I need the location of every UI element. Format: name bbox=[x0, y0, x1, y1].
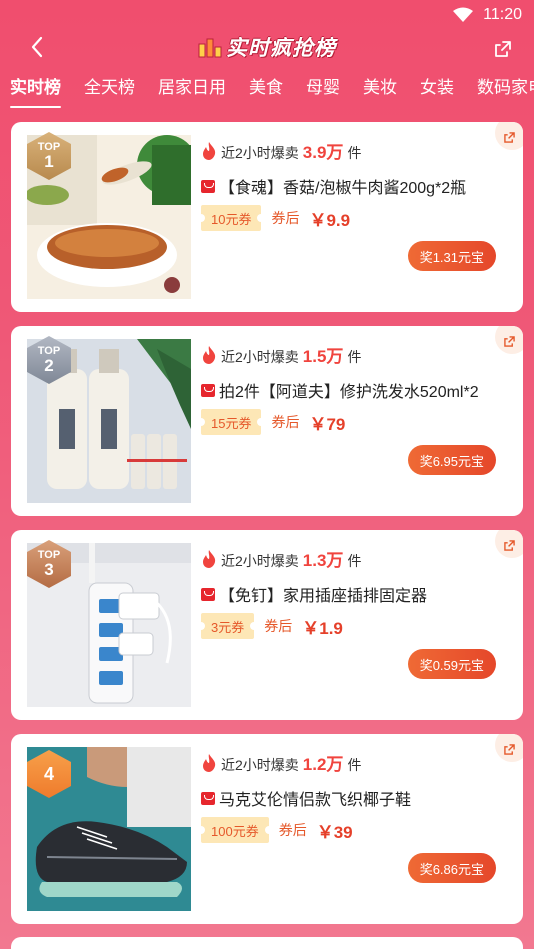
hot-sales-line: 近2小时爆卖 1.3万 件 bbox=[201, 546, 361, 571]
product-title[interactable]: 【免钉】家用插座插排固定器 bbox=[201, 582, 427, 606]
after-coupon-label: 券后 bbox=[264, 618, 293, 634]
tmall-shop-icon bbox=[201, 179, 215, 193]
back-button[interactable] bbox=[22, 32, 52, 62]
product-name: 【食魂】香菇/泡椒牛肉酱200g*2瓶 bbox=[219, 180, 467, 197]
hot-count: 1.5万 bbox=[302, 347, 344, 366]
hot-unit: 件 bbox=[347, 349, 362, 365]
reward-button[interactable]: 奖1.31元宝 bbox=[407, 241, 496, 271]
flame-icon bbox=[203, 345, 216, 364]
hot-sales-line: 近2小时爆卖 3.9万 件 bbox=[201, 138, 361, 163]
wifi-icon bbox=[453, 7, 474, 22]
product-title[interactable]: 【食魂】香菇/泡椒牛肉酱200g*2瓶 bbox=[201, 174, 466, 198]
share-icon bbox=[504, 744, 515, 755]
product-title[interactable]: 马克艾伦情侣款飞织椰子鞋 bbox=[201, 786, 411, 810]
share-icon bbox=[504, 336, 515, 347]
coupon-tag[interactable]: 3元券 bbox=[196, 613, 259, 639]
coupon-line: 15元券 券后 ￥79 bbox=[196, 409, 346, 435]
product-card[interactable]: TOP 1 近2小时爆卖 3.9万 件 【食魂】香菇/泡椒牛肉酱200g*2瓶 … bbox=[11, 122, 523, 312]
tmall-shop-icon bbox=[201, 791, 215, 805]
flame-icon bbox=[203, 141, 216, 160]
rank-number: 4 bbox=[43, 764, 54, 784]
tab-allday[interactable]: 全天榜 bbox=[84, 73, 135, 100]
hot-prefix: 近2小时爆卖 bbox=[221, 145, 299, 161]
after-coupon-label: 券后 bbox=[271, 210, 300, 226]
share-icon bbox=[504, 132, 515, 143]
product-card[interactable]: TOP 3 近2小时爆卖 1.3万 件 【免钉】家用插座插排固定器 3元券 券后… bbox=[11, 530, 523, 720]
back-arrow-icon bbox=[31, 36, 43, 58]
page-title: 实时疯抢榜 bbox=[198, 32, 336, 62]
tab-beauty[interactable]: 美妆 bbox=[363, 73, 397, 100]
hot-prefix: 近2小时爆卖 bbox=[221, 553, 299, 569]
flame-icon bbox=[203, 753, 216, 772]
final-price: ￥39 bbox=[316, 822, 353, 842]
coupon-line: 3元券 券后 ￥1.9 bbox=[196, 613, 343, 639]
coupon-tag[interactable]: 10元券 bbox=[196, 205, 266, 231]
hot-count: 1.3万 bbox=[302, 551, 344, 570]
hot-count: 1.2万 bbox=[302, 755, 344, 774]
tab-digital[interactable]: 数码家电 bbox=[477, 73, 534, 100]
tab-realtime[interactable]: 实时榜 bbox=[10, 73, 61, 108]
hot-unit: 件 bbox=[347, 553, 362, 569]
after-coupon-label: 券后 bbox=[271, 414, 300, 430]
card-share-button[interactable] bbox=[495, 122, 523, 150]
final-price: ￥79 bbox=[309, 414, 346, 434]
category-tabs: 实时榜 全天榜 居家日用 美食 母婴 美妆 女装 数码家电 bbox=[0, 64, 534, 108]
coupon-line: 100元券 券后 ￥39 bbox=[197, 817, 353, 843]
coupon-tag[interactable]: 15元券 bbox=[196, 409, 266, 435]
status-time: 11:20 bbox=[483, 6, 522, 23]
hot-sales-line: 近2小时爆卖 1.5万 件 bbox=[201, 342, 361, 367]
coupon-tag[interactable]: 100元券 bbox=[197, 817, 273, 843]
hot-count: 3.9万 bbox=[302, 143, 344, 162]
rank-number: 2 bbox=[44, 356, 54, 375]
next-product-card-peek[interactable] bbox=[11, 937, 523, 949]
share-icon bbox=[504, 540, 515, 551]
hot-prefix: 近2小时爆卖 bbox=[221, 757, 299, 773]
product-name: 【免钉】家用插座插排固定器 bbox=[219, 588, 428, 605]
rank-number: 3 bbox=[44, 560, 54, 579]
title-text: 实时疯抢榜 bbox=[226, 37, 336, 60]
product-name: 马克艾伦情侣款飞织椰子鞋 bbox=[219, 792, 412, 809]
header: 实时疯抢榜 bbox=[0, 30, 534, 64]
final-price: ￥1.9 bbox=[302, 618, 343, 638]
final-price: ￥9.9 bbox=[309, 210, 351, 230]
share-icon bbox=[495, 41, 511, 57]
tab-food[interactable]: 美食 bbox=[249, 73, 283, 100]
hot-unit: 件 bbox=[347, 145, 362, 161]
hot-unit: 件 bbox=[347, 757, 362, 773]
coupon-line: 10元券 券后 ￥9.9 bbox=[196, 205, 351, 231]
product-title[interactable]: 拍2件【阿道夫】修护洗发水520ml*2 bbox=[201, 378, 479, 402]
product-name: 拍2件【阿道夫】修护洗发水520ml*2 bbox=[219, 384, 479, 401]
hot-prefix: 近2小时爆卖 bbox=[221, 349, 299, 365]
card-share-button[interactable] bbox=[495, 734, 523, 762]
rank-number: 1 bbox=[44, 152, 54, 171]
reward-button[interactable]: 奖0.59元宝 bbox=[407, 649, 496, 679]
product-card[interactable]: TOP 2 近2小时爆卖 1.5万 件 拍2件【阿道夫】修护洗发水520ml*2… bbox=[11, 326, 523, 516]
share-button[interactable] bbox=[490, 36, 516, 62]
hot-sales-line: 近2小时爆卖 1.2万 件 bbox=[201, 750, 361, 775]
reward-button[interactable]: 奖6.86元宝 bbox=[407, 853, 496, 883]
bar-chart-logo-icon bbox=[198, 38, 222, 58]
card-share-button[interactable] bbox=[495, 530, 523, 558]
flame-icon bbox=[203, 549, 216, 568]
tab-home[interactable]: 居家日用 bbox=[158, 73, 226, 100]
tmall-shop-icon bbox=[201, 383, 215, 397]
status-bar: 11:20 bbox=[0, 0, 534, 30]
tab-baby[interactable]: 母婴 bbox=[306, 73, 340, 100]
card-share-button[interactable] bbox=[495, 326, 523, 354]
after-coupon-label: 券后 bbox=[278, 822, 307, 838]
tab-womens[interactable]: 女装 bbox=[420, 73, 454, 100]
product-card[interactable]: 4 近2小时爆卖 1.2万 件 马克艾伦情侣款飞织椰子鞋 100元券 券后 ￥3… bbox=[11, 734, 523, 924]
tmall-shop-icon bbox=[201, 587, 215, 601]
reward-button[interactable]: 奖6.95元宝 bbox=[407, 445, 496, 475]
